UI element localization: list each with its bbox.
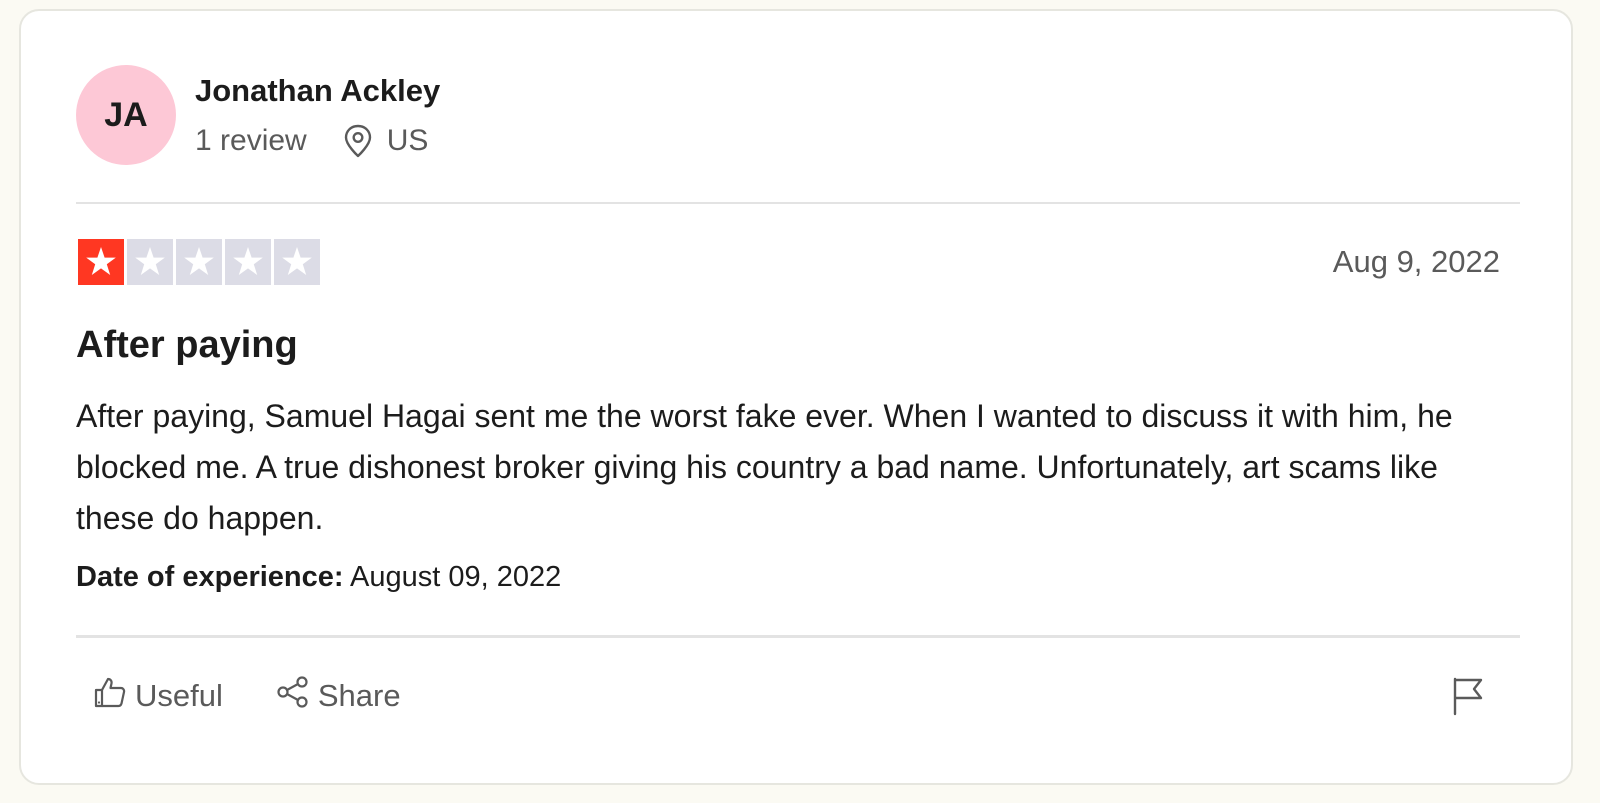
star-icon xyxy=(78,239,124,285)
share-button[interactable]: Share xyxy=(276,675,401,717)
star-icon xyxy=(225,239,271,285)
review-date: Aug 9, 2022 xyxy=(1332,244,1500,279)
experience-date: August 09, 2022 xyxy=(350,561,562,593)
reviewer-meta: 1 review US xyxy=(195,124,440,158)
useful-button[interactable]: Useful xyxy=(93,675,223,717)
date-of-experience: Date of experience: August 09, 2022 xyxy=(76,560,561,594)
star-icon xyxy=(127,239,173,285)
reviewer-location: US xyxy=(386,123,429,157)
review-card: JA Jonathan Ackley 1 review US Aug 9, 20… xyxy=(19,9,1573,785)
avatar[interactable]: JA xyxy=(76,65,176,165)
useful-label: Useful xyxy=(135,678,223,713)
star-icon xyxy=(176,239,222,285)
share-icon xyxy=(276,675,318,717)
star-rating xyxy=(78,239,320,285)
star-icon xyxy=(274,239,320,285)
report-flag-button[interactable] xyxy=(1451,676,1485,721)
flag-icon xyxy=(1451,677,1485,720)
share-label: Share xyxy=(317,678,401,713)
header-divider xyxy=(76,202,1520,204)
review-body: After paying, Samuel Hagai sent me the w… xyxy=(76,398,1453,536)
thumbs-up-icon xyxy=(93,675,135,717)
review-count: 1 review xyxy=(195,123,307,157)
reviewer-header: JA Jonathan Ackley 1 review US xyxy=(76,65,440,165)
review-title[interactable]: After paying xyxy=(76,323,298,367)
experience-label: Date of experience: xyxy=(76,561,344,593)
actions-divider xyxy=(76,635,1520,638)
location-pin-icon xyxy=(343,124,373,158)
reviewer-info: Jonathan Ackley 1 review US xyxy=(195,73,440,158)
review-actions: Useful Share xyxy=(93,675,401,717)
reviewer-name[interactable]: Jonathan Ackley xyxy=(195,73,440,109)
